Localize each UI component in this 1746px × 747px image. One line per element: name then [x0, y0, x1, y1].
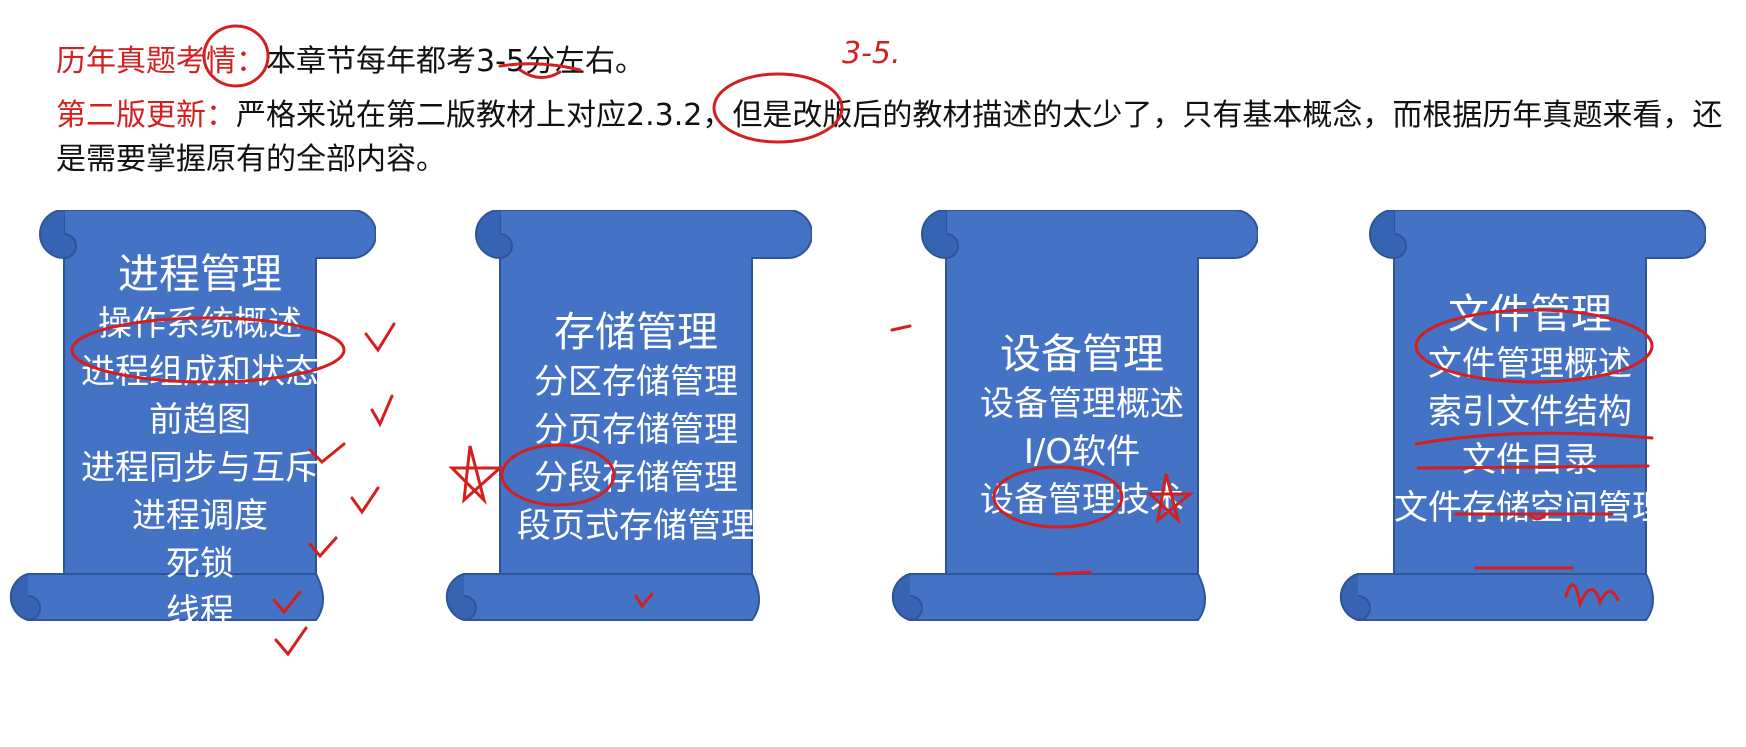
- scroll-item: 索引文件结构: [1428, 392, 1632, 432]
- scroll-content: 存储管理 分区存储管理 分页存储管理 分段存储管理 段页式存储管理: [480, 306, 792, 550]
- handwritten-score-note: 3-5.: [842, 36, 901, 71]
- exam-info-label: 历年真题考情：: [56, 44, 266, 79]
- update-info-text: 严格来说在第二版教材上对应2.3.2，但是改版后的教材描述的太少了，只有基本概念…: [56, 98, 1723, 177]
- scroll-item: 前趋图: [149, 400, 251, 440]
- scroll-content: 设备管理 设备管理概述 I/O软件 设备管理技术: [926, 328, 1238, 524]
- exam-info-line: 历年真题考情：本章节每年都考3-5分左右。: [56, 42, 645, 82]
- exam-info-text: 本章节每年都考3-5分左右。: [266, 44, 645, 79]
- scroll-item: 进程组成和状态: [81, 352, 319, 392]
- scroll-title: 文件管理: [1448, 290, 1612, 338]
- scroll-content: 文件管理 文件管理概述 索引文件结构 文件目录 文件存储空间管理: [1374, 288, 1686, 532]
- scroll-item: 文件目录: [1462, 440, 1598, 480]
- scroll-item: 进程同步与互斥: [81, 448, 319, 488]
- scroll-item: 操作系统概述: [98, 304, 302, 344]
- scroll-process-management: 进程管理 操作系统概述 进程组成和状态 前趋图 进程同步与互斥 进程调度 死锁 …: [4, 210, 376, 692]
- scroll-item: 分段存储管理: [534, 458, 738, 498]
- scroll-file-management: 文件管理 文件管理概述 索引文件结构 文件目录 文件存储空间管理: [1334, 210, 1706, 692]
- scroll-device-management: 设备管理 设备管理概述 I/O软件 设备管理技术: [886, 210, 1258, 692]
- scroll-title: 存储管理: [554, 308, 718, 356]
- scroll-content: 进程管理 操作系统概述 进程组成和状态 前趋图 进程同步与互斥 进程调度 死锁 …: [44, 248, 356, 636]
- update-info-label: 第二版更新：: [56, 98, 236, 133]
- scroll-item: 分区存储管理: [534, 362, 738, 402]
- scroll-title: 设备管理: [1000, 330, 1164, 378]
- scroll-item: I/O软件: [1023, 432, 1141, 472]
- scroll-item: 进程调度: [132, 496, 268, 536]
- scroll-item: 线程: [166, 592, 234, 632]
- scroll-title: 进程管理: [118, 250, 282, 298]
- scroll-item: 段页式存储管理: [517, 506, 755, 546]
- scroll-item: 设备管理技术: [980, 480, 1184, 520]
- update-info-paragraph: 第二版更新：严格来说在第二版教材上对应2.3.2，但是改版后的教材描述的太少了，…: [56, 94, 1726, 182]
- scroll-item: 分页存储管理: [534, 410, 738, 450]
- scroll-item: 设备管理概述: [980, 384, 1184, 424]
- scroll-item: 文件存储空间管理: [1394, 488, 1666, 528]
- scroll-item: 文件管理概述: [1428, 344, 1632, 384]
- scroll-item: 死锁: [166, 544, 234, 584]
- scroll-storage-management: 存储管理 分区存储管理 分页存储管理 分段存储管理 段页式存储管理: [440, 210, 812, 692]
